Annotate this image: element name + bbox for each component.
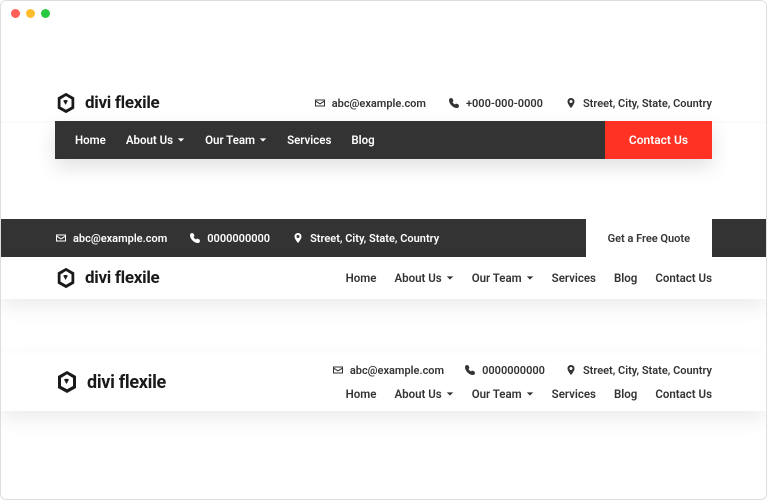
logo[interactable]: divi flexile [55,267,159,289]
email-info[interactable]: abc@example.com [314,97,426,110]
email-text: abc@example.com [332,97,426,110]
header-1-contact: abc@example.com +000-000-0000 Street, Ci… [314,97,712,110]
nav-about[interactable]: About Us [126,133,185,147]
email-info[interactable]: abc@example.com [55,232,167,245]
nav-items: Home About Us Our Team Services Blog [55,133,605,147]
phone-info[interactable]: 0000000000 [189,232,270,245]
email-icon [332,364,344,376]
email-info[interactable]: abc@example.com [332,364,444,377]
address-text: Street, City, State, Country [583,97,712,110]
nav-about[interactable]: About Us [394,387,453,401]
nav-contact[interactable]: Contact Us [655,271,712,285]
nav-blog[interactable]: Blog [351,133,374,147]
nav-blog[interactable]: Blog [614,387,637,401]
chevron-down-icon [446,274,454,282]
header-variant-2: abc@example.com 0000000000 Street, City,… [1,219,766,299]
nav-blog[interactable]: Blog [614,271,637,285]
address-text: Street, City, State, Country [583,364,712,377]
nav-home[interactable]: Home [346,271,377,285]
header-2-navbar: divi flexile Home About Us Our Team Serv… [1,257,766,299]
chevron-down-icon [526,390,534,398]
header-variant-3: divi flexile abc@example.com 0000000000 [1,353,766,411]
nav-services[interactable]: Services [552,271,596,285]
address-info[interactable]: Street, City, State, Country [565,364,712,377]
location-icon [565,364,577,376]
minimize-dot[interactable] [26,9,35,18]
address-info[interactable]: Street, City, State, Country [292,232,439,245]
phone-info[interactable]: 0000000000 [464,364,545,377]
nav-services[interactable]: Services [287,133,331,147]
logo-icon [55,92,77,114]
email-text: abc@example.com [73,232,167,245]
logo-text: divi flexile [85,268,159,288]
header-1-navbar: Home About Us Our Team Services Blog Con… [55,121,712,159]
phone-icon [448,97,460,109]
phone-icon [464,364,476,376]
chevron-down-icon [446,390,454,398]
chevron-down-icon [526,274,534,282]
logo[interactable]: divi flexile [55,370,166,394]
chevron-down-icon [259,136,267,144]
header-variant-1: divi flexile abc@example.com +000-000-00… [1,85,766,159]
nav-home[interactable]: Home [75,133,106,147]
chevron-down-icon [177,136,185,144]
logo-icon [55,370,79,394]
nav-items: Home About Us Our Team Services Blog Con… [346,387,712,401]
nav-team[interactable]: Our Team [472,387,534,401]
get-quote-button[interactable]: Get a Free Quote [586,219,712,257]
logo[interactable]: divi flexile [55,92,159,114]
window-titlebar [1,1,766,25]
phone-text: +000-000-0000 [466,97,543,110]
logo-icon [55,267,77,289]
maximize-dot[interactable] [41,9,50,18]
phone-icon [189,232,201,244]
nav-items: Home About Us Our Team Services Blog Con… [346,271,712,285]
header-3-right: abc@example.com 0000000000 Street, City,… [332,364,712,401]
header-3-bar: divi flexile abc@example.com 0000000000 [1,353,766,411]
browser-window: divi flexile abc@example.com +000-000-00… [0,0,767,500]
nav-services[interactable]: Services [552,387,596,401]
phone-text: 0000000000 [207,232,270,245]
location-icon [565,97,577,109]
header-3-contact: abc@example.com 0000000000 Street, City,… [332,364,712,377]
address-text: Street, City, State, Country [310,232,439,245]
email-icon [55,232,67,244]
email-text: abc@example.com [350,364,444,377]
contact-us-button[interactable]: Contact Us [605,121,712,159]
nav-team[interactable]: Our Team [472,271,534,285]
logo-text: divi flexile [87,372,166,393]
location-icon [292,232,304,244]
canvas: divi flexile abc@example.com +000-000-00… [1,85,766,411]
logo-text: divi flexile [85,93,159,113]
nav-contact[interactable]: Contact Us [655,387,712,401]
header-2-contact: abc@example.com 0000000000 Street, City,… [55,232,586,245]
address-info[interactable]: Street, City, State, Country [565,97,712,110]
email-icon [314,97,326,109]
phone-info[interactable]: +000-000-0000 [448,97,543,110]
header-2-topbar: abc@example.com 0000000000 Street, City,… [1,219,766,257]
phone-text: 0000000000 [482,364,545,377]
nav-team[interactable]: Our Team [205,133,267,147]
header-1-topbar: divi flexile abc@example.com +000-000-00… [1,85,766,121]
nav-about[interactable]: About Us [394,271,453,285]
close-dot[interactable] [11,9,20,18]
nav-home[interactable]: Home [346,387,377,401]
